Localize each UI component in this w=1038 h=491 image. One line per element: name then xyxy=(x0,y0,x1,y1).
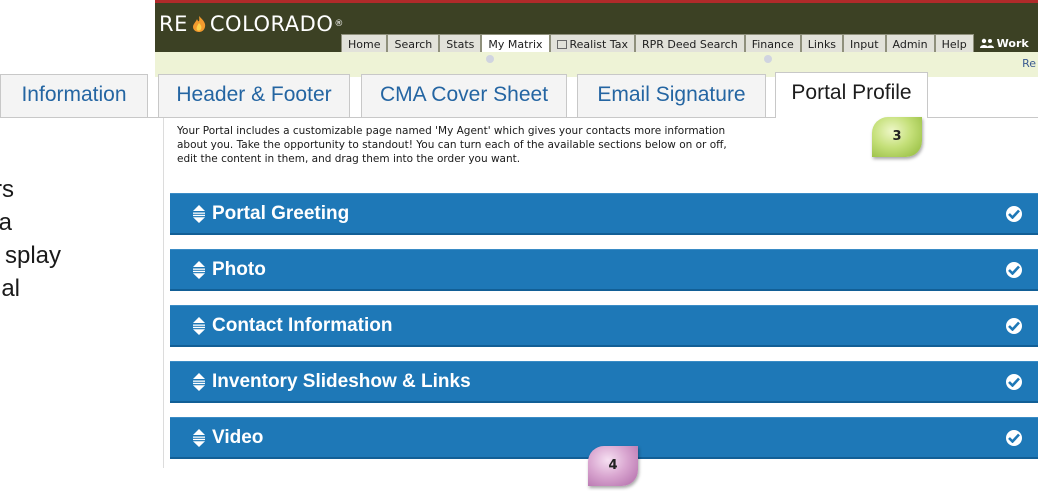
drag-handle-icon[interactable] xyxy=(191,429,207,447)
side-text-line-2: a xyxy=(0,209,12,236)
drag-handle-icon[interactable] xyxy=(191,317,207,335)
section-title: Photo xyxy=(212,259,266,280)
tab-portal-profile[interactable]: Portal Profile xyxy=(775,72,928,118)
side-text-line-4: al xyxy=(1,275,20,302)
tab-header-footer[interactable]: Header & Footer xyxy=(158,74,350,117)
section-panel-inventory-slideshow[interactable]: Inventory Slideshow & Links xyxy=(170,361,1038,403)
tab-cma-cover-sheet[interactable]: CMA Cover Sheet xyxy=(361,74,567,117)
window-icon xyxy=(556,40,567,49)
recolorado-logo[interactable]: RE COLORADO ® xyxy=(159,9,344,39)
check-circle-icon[interactable] xyxy=(1006,374,1022,390)
users-icon xyxy=(979,38,994,48)
check-circle-icon[interactable] xyxy=(1006,206,1022,222)
scroll-indicator-left xyxy=(486,55,494,63)
drag-handle-icon[interactable] xyxy=(191,373,207,391)
section-panel-contact-information[interactable]: Contact Information xyxy=(170,305,1038,347)
tab-email-signature[interactable]: Email Signature xyxy=(577,74,766,117)
side-text-line-1: rs xyxy=(0,176,14,203)
check-circle-icon[interactable] xyxy=(1006,430,1022,446)
logo-mark: ® xyxy=(334,19,344,29)
app-header: RE COLORADO ® Home Search Stats My Matri… xyxy=(155,0,1038,56)
section-title: Portal Greeting xyxy=(212,203,350,224)
section-title: Video xyxy=(212,427,264,448)
settings-tabs: Information Header & Footer CMA Cover Sh… xyxy=(0,72,1038,118)
check-circle-icon[interactable] xyxy=(1006,318,1022,334)
drag-handle-icon[interactable] xyxy=(191,205,207,223)
check-circle-icon[interactable] xyxy=(1006,262,1022,278)
section-title: Inventory Slideshow & Links xyxy=(212,371,471,392)
tab-information[interactable]: Information xyxy=(0,74,148,117)
section-title: Contact Information xyxy=(212,315,393,336)
description-line-2: about you. Take the opportunity to stand… xyxy=(177,139,727,151)
subbar-link[interactable]: Re xyxy=(1022,57,1036,70)
description-line-1: Your Portal includes a customizable page… xyxy=(177,125,726,137)
section-panel-portal-greeting[interactable]: Portal Greeting xyxy=(170,193,1038,235)
step-callout-4: 4 xyxy=(588,446,638,486)
description-line-3: edit the content in them, and drag them … xyxy=(177,153,521,165)
scroll-indicator-right xyxy=(764,55,772,63)
clipped-side-text: rs a splay al xyxy=(0,176,148,306)
section-panel-photo[interactable]: Photo xyxy=(170,249,1038,291)
side-text-line-3: splay xyxy=(4,242,61,269)
step-callout-3: 3 xyxy=(872,117,922,157)
portal-description: Your Portal includes a customizable page… xyxy=(177,124,797,166)
menu-work-label: Work xyxy=(996,37,1029,50)
drag-handle-icon[interactable] xyxy=(191,261,207,279)
menu-realist-tax-label: Realist Tax xyxy=(569,38,628,51)
logo-text-left: RE xyxy=(159,12,188,36)
logo-text-right: COLORADO xyxy=(209,12,334,36)
content-divider xyxy=(163,118,164,468)
logo-flame-icon xyxy=(192,16,206,32)
